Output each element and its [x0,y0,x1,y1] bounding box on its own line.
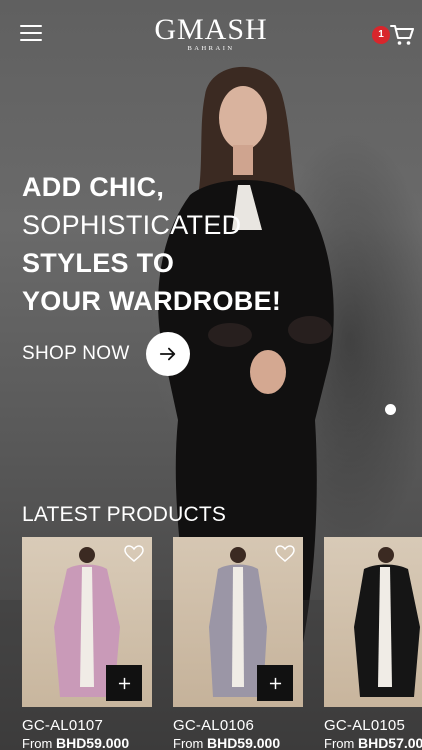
product-image[interactable] [173,537,303,707]
brand-logo[interactable]: GMASH BAHRAIN [0,13,422,53]
product-image[interactable] [324,537,422,707]
shop-now-arrow-button[interactable] [145,332,190,376]
product-card[interactable]: GC-AL0106 From BHD59.000 [173,537,303,750]
headline-line-4: YOUR WARDROBE! [22,286,282,316]
cart-count-badge: 1 [372,26,390,44]
headline-line-3: STYLES TO [22,248,175,278]
plus-icon [269,677,281,689]
product-code[interactable]: GC-AL0105 [324,717,422,734]
product-price: From BHD59.000 [22,735,152,750]
price-prefix: From [173,736,204,750]
product-card[interactable]: GC-AL0107 From BHD59.000 [22,537,152,750]
hero-headline: ADD CHIC, SOPHISTICATED STYLES TO YOUR W… [22,168,281,320]
logo-location: BAHRAIN [187,45,235,52]
shop-now-button[interactable]: SHOP NOW [22,332,190,376]
price-value: BHD59.000 [55,735,130,750]
product-code[interactable]: GC-AL0106 [173,717,303,734]
plus-icon [118,677,130,689]
price-prefix: From [324,736,355,750]
logo-wordmark: GMASH [154,13,268,46]
shop-now-label: SHOP NOW [22,343,130,364]
product-photo [354,547,420,697]
headline-line-2: SOPHISTICATED [22,210,242,240]
price-prefix: From [22,736,53,750]
price-value: BHD57.000 [357,735,422,750]
add-to-cart-button[interactable] [257,665,293,701]
add-to-cart-button[interactable] [106,665,142,701]
shopping-cart-icon[interactable] [390,24,414,46]
product-carousel[interactable]: GC-AL0107 From BHD59.000 GC-AL0106 From … [22,537,422,750]
heart-outline-icon[interactable] [275,545,295,563]
product-card[interactable]: GC-AL0105 From BHD57.000 [324,537,422,750]
headline-line-1: ADD CHIC, [22,172,165,202]
latest-products-title: LATEST PRODUCTS [22,503,227,526]
product-price: From BHD57.000 [324,735,422,750]
app-header: GMASH BAHRAIN 1 [0,0,422,70]
product-image[interactable] [22,537,152,707]
product-price: From BHD59.000 [173,735,303,750]
heart-outline-icon[interactable] [124,545,144,563]
product-code[interactable]: GC-AL0107 [22,717,152,734]
carousel-dot[interactable] [385,404,396,415]
arrow-right-icon [159,347,175,361]
price-value: BHD59.000 [206,735,281,750]
